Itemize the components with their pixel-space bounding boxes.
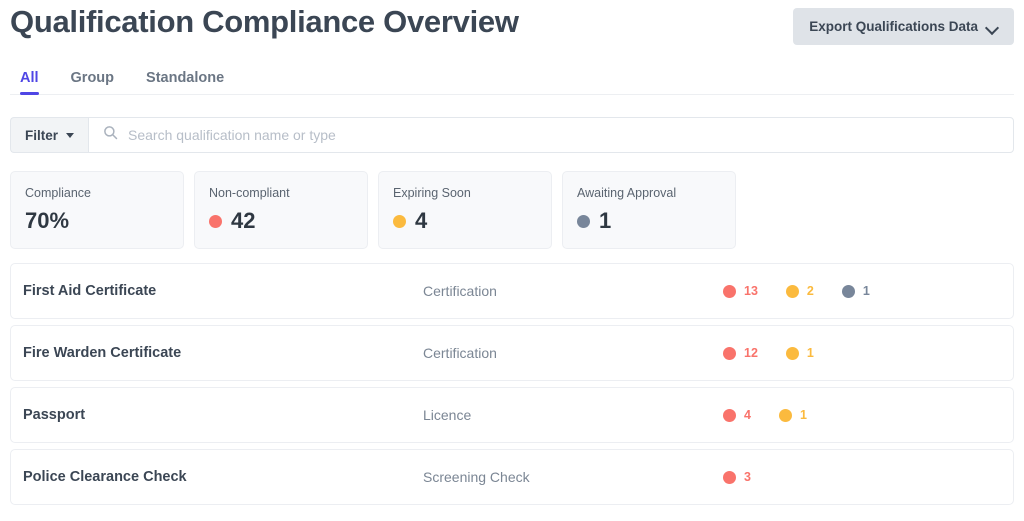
stat-card: Expiring Soon 4 [378, 171, 552, 249]
non-compliant-dot-icon [209, 214, 222, 228]
export-button-label: Export Qualifications Data [809, 19, 978, 34]
status-badge-count: 12 [744, 346, 758, 360]
qualification-row[interactable]: First Aid Certificate Certification 13 2 1 [10, 263, 1014, 319]
filter-button-label: Filter [25, 127, 59, 143]
stat-card-value-wrap: 4 [393, 208, 537, 234]
non-compliant-dot-icon [723, 346, 736, 360]
status-badge-count: 1 [862, 284, 870, 298]
search-field[interactable] [88, 117, 1014, 153]
qualification-row[interactable]: Fire Warden Certificate Certification 12 1 [10, 325, 1014, 381]
search-input[interactable] [128, 118, 999, 152]
qualification-row-list: First Aid Certificate Certification 13 2 1 Fi… [10, 263, 1014, 505]
expiring-soon-dot-icon [785, 284, 799, 298]
status-badge-count: 1 [799, 408, 807, 422]
status-badge: 2 [785, 284, 814, 298]
status-badge-count: 1 [806, 346, 814, 360]
tab-all[interactable]: All [20, 70, 39, 95]
stat-card-label: Expiring Soon [393, 186, 471, 200]
stat-card-value-wrap: 70% [25, 208, 169, 234]
stat-card-value: 4 [415, 208, 428, 233]
qualification-name: Fire Warden Certificate [23, 345, 182, 361]
status-badge: 1 [778, 408, 807, 422]
tab-bar: All Group Standalone [10, 65, 1014, 95]
stat-card: Awaiting Approval 1 [562, 171, 736, 249]
stat-card-value: 1 [599, 208, 612, 233]
stat-card-value: 70% [25, 208, 70, 233]
status-badge-count: 13 [744, 284, 758, 298]
status-badge: 3 [723, 470, 751, 484]
status-badge: 12 [723, 346, 758, 360]
search-icon [103, 125, 118, 145]
page-header: Qualification Compliance Overview Export… [10, 0, 1014, 45]
tab-group[interactable]: Group [71, 70, 115, 94]
status-badge-count: 2 [806, 284, 814, 298]
chevron-down-icon [987, 23, 998, 30]
stat-card-value-wrap: 1 [577, 208, 721, 234]
stat-card-label: Non-compliant [209, 186, 290, 200]
qualification-row[interactable]: Passport Licence 4 1 [10, 387, 1014, 443]
status-badge-count: 4 [744, 408, 751, 422]
filter-bar: Filter [10, 117, 1014, 153]
status-badge-count: 3 [744, 470, 751, 484]
caret-down-icon [66, 132, 75, 138]
stat-card-label: Awaiting Approval [577, 186, 677, 200]
qualification-type: Certification [423, 283, 497, 299]
qualification-name: Police Clearance Check [23, 469, 187, 485]
expiring-soon-dot-icon [785, 346, 799, 360]
status-badge: 13 [723, 284, 758, 298]
non-compliant-dot-icon [723, 284, 736, 298]
status-badge-group: 3 [723, 470, 997, 484]
status-badge: 1 [785, 346, 814, 360]
status-badge-group: 13 2 1 [723, 284, 997, 298]
export-qualifications-data-button[interactable]: Export Qualifications Data [793, 8, 1014, 45]
status-badge: 1 [841, 284, 870, 298]
page-title: Qualification Compliance Overview [10, 4, 519, 39]
awaiting-approval-dot-icon [841, 284, 855, 298]
qualification-name: First Aid Certificate [23, 283, 157, 299]
non-compliant-dot-icon [723, 470, 736, 484]
stat-card: Compliance 70% [10, 171, 184, 249]
qualification-type: Screening Check [423, 469, 530, 485]
stat-card-list: Compliance 70% Non-compliant 42 Expiring Soo… [10, 171, 1014, 249]
qualification-name: Passport [23, 407, 86, 423]
non-compliant-dot-icon [723, 408, 736, 422]
qualification-type: Certification [423, 345, 497, 361]
qualification-type: Licence [423, 407, 472, 423]
tab-standalone[interactable]: Standalone [146, 70, 224, 94]
filter-button[interactable]: Filter [10, 117, 89, 153]
stat-card-value-wrap: 42 [209, 208, 353, 234]
status-badge: 4 [723, 408, 751, 422]
awaiting-approval-dot-icon [577, 214, 590, 228]
stat-card-label: Compliance [25, 186, 92, 200]
status-badge-group: 12 1 [723, 346, 997, 360]
status-badge-group: 41 [723, 408, 997, 422]
expiring-soon-dot-icon [393, 214, 406, 228]
expiring-soon-dot-icon [778, 408, 792, 422]
stat-card-value: 42 [231, 208, 256, 233]
qualification-compliance-page: Qualification Compliance Overview Export… [0, 0, 1024, 521]
qualification-row[interactable]: Police Clearance Check Screening Check 3 [10, 449, 1014, 505]
stat-card: Non-compliant 42 [194, 171, 368, 249]
